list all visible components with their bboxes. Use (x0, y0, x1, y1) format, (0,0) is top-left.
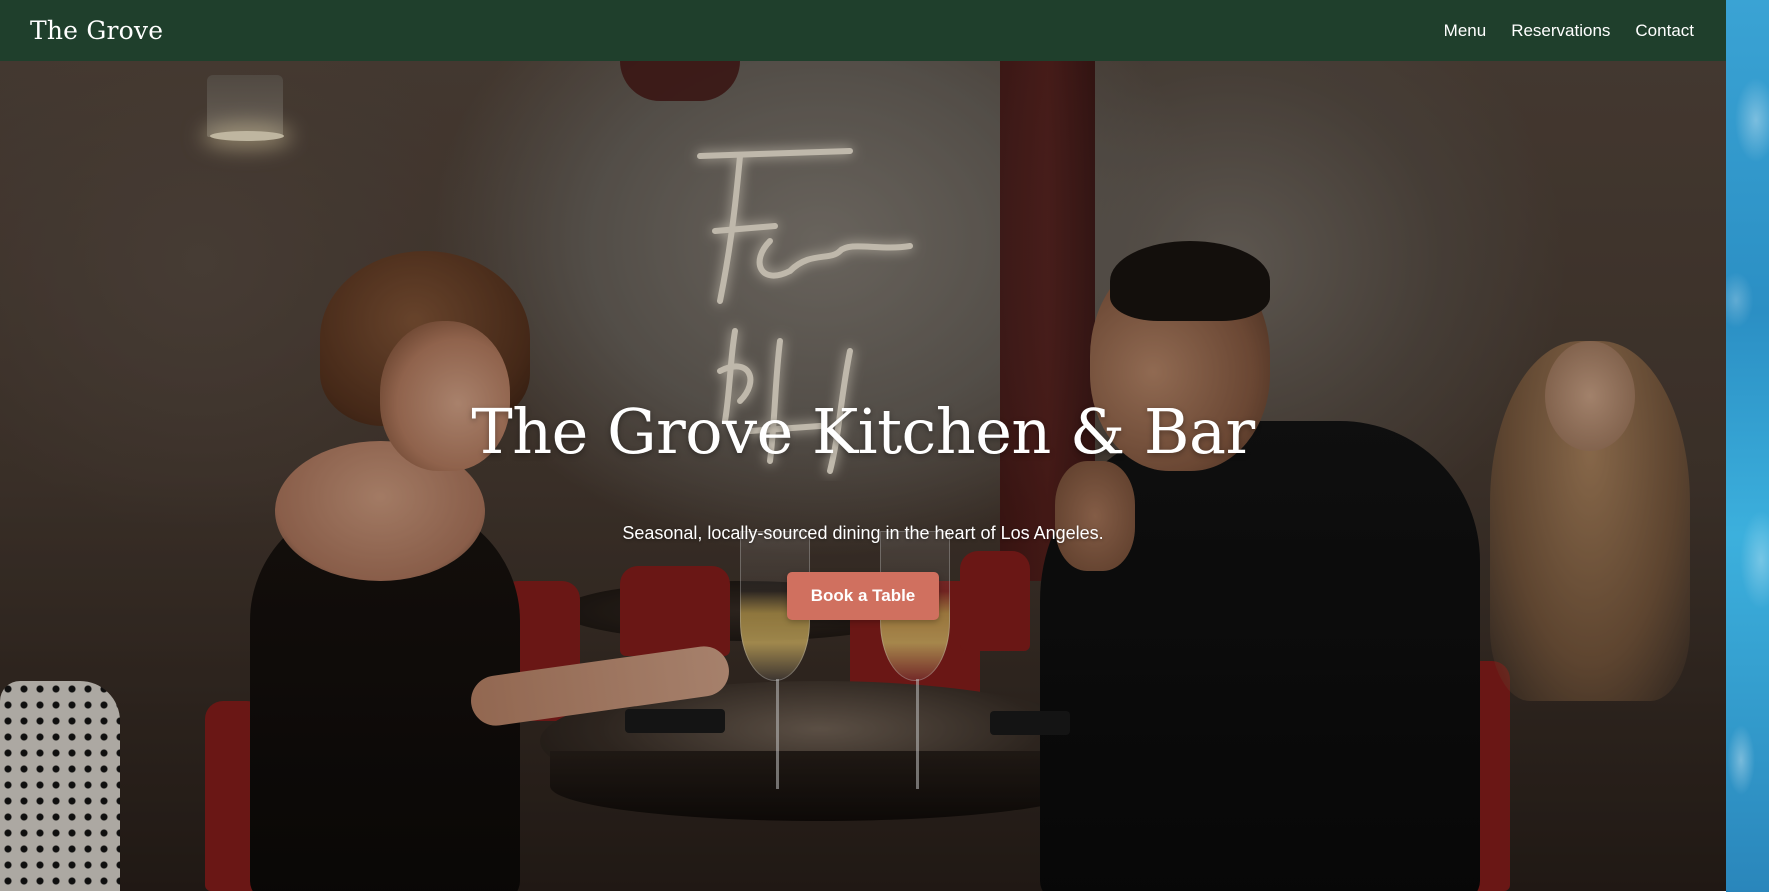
nav-link-contact[interactable]: Contact (1635, 21, 1694, 41)
nav-link-menu[interactable]: Menu (1444, 21, 1487, 41)
nav-link-reservations[interactable]: Reservations (1511, 21, 1610, 41)
site-logo[interactable]: The Grove (30, 16, 163, 45)
site-header: The Grove Menu Reservations Contact (0, 0, 1726, 61)
main-nav: Menu Reservations Contact (1444, 21, 1694, 41)
page-background-edge (1726, 0, 1769, 892)
site-frame: The Grove Menu Reservations Contact The … (0, 0, 1726, 891)
hero-subtitle: Seasonal, locally-sourced dining in the … (622, 522, 1104, 543)
hero-content: The Grove Kitchen & Bar Seasonal, locall… (0, 61, 1726, 891)
hero-title: The Grove Kitchen & Bar (471, 395, 1255, 468)
book-a-table-button[interactable]: Book a Table (787, 571, 939, 620)
page: The Grove Menu Reservations Contact The … (0, 0, 1769, 892)
hero-section: The Grove Kitchen & Bar Seasonal, locall… (0, 61, 1726, 891)
